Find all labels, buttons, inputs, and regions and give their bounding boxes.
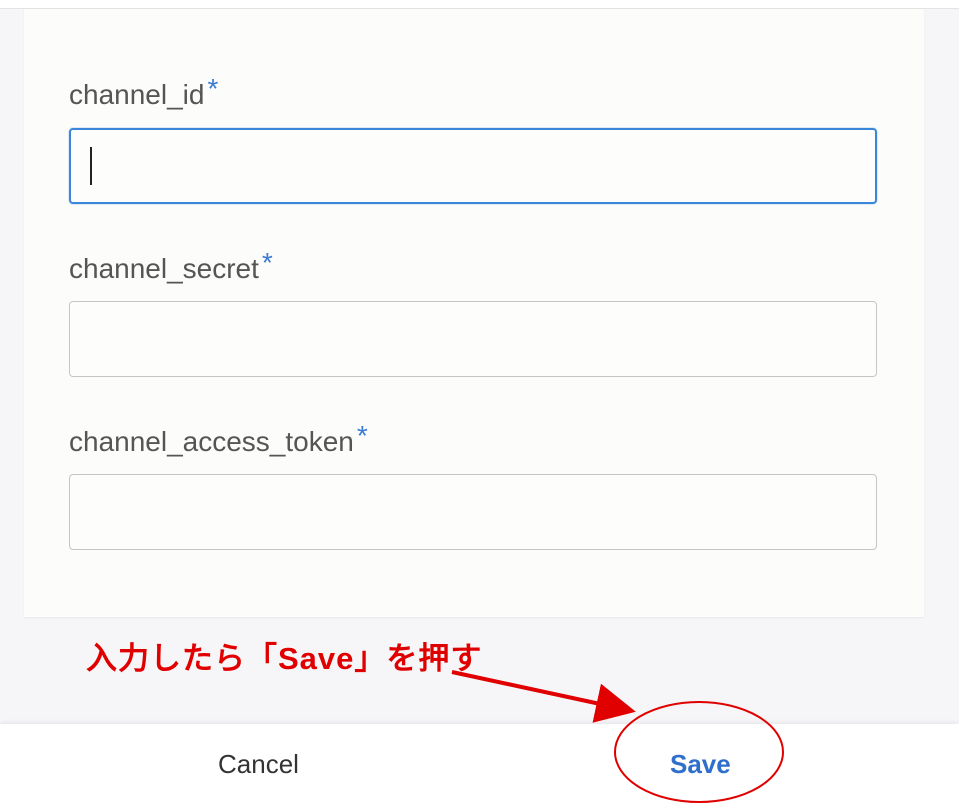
required-asterisk-icon: * xyxy=(207,73,219,104)
text-cursor xyxy=(90,147,92,185)
top-divider xyxy=(0,0,959,9)
channel-access-token-label: channel_access_token * xyxy=(69,420,368,458)
required-asterisk-icon: * xyxy=(356,420,368,451)
channel-secret-label: channel_secret * xyxy=(69,247,273,285)
channel-access-token-input[interactable] xyxy=(69,474,877,550)
dialog-footer: Cancel Save xyxy=(0,724,959,805)
channel-access-token-label-text: channel_access_token xyxy=(69,426,354,457)
channel-secret-label-text: channel_secret xyxy=(69,253,259,284)
channel-id-label-text: channel_id xyxy=(69,79,205,110)
channel-secret-input[interactable] xyxy=(69,301,877,377)
save-button[interactable]: Save xyxy=(660,742,741,786)
channel-id-label: channel_id * xyxy=(69,73,218,111)
credentials-form-card: channel_id * channel_secret * channel_acce… xyxy=(24,9,924,617)
channel-id-input[interactable] xyxy=(69,128,877,204)
cancel-button[interactable]: Cancel xyxy=(208,742,309,786)
required-asterisk-icon: * xyxy=(261,247,273,278)
annotation-instruction-text: 入力したら「Save」を押す xyxy=(86,641,483,676)
